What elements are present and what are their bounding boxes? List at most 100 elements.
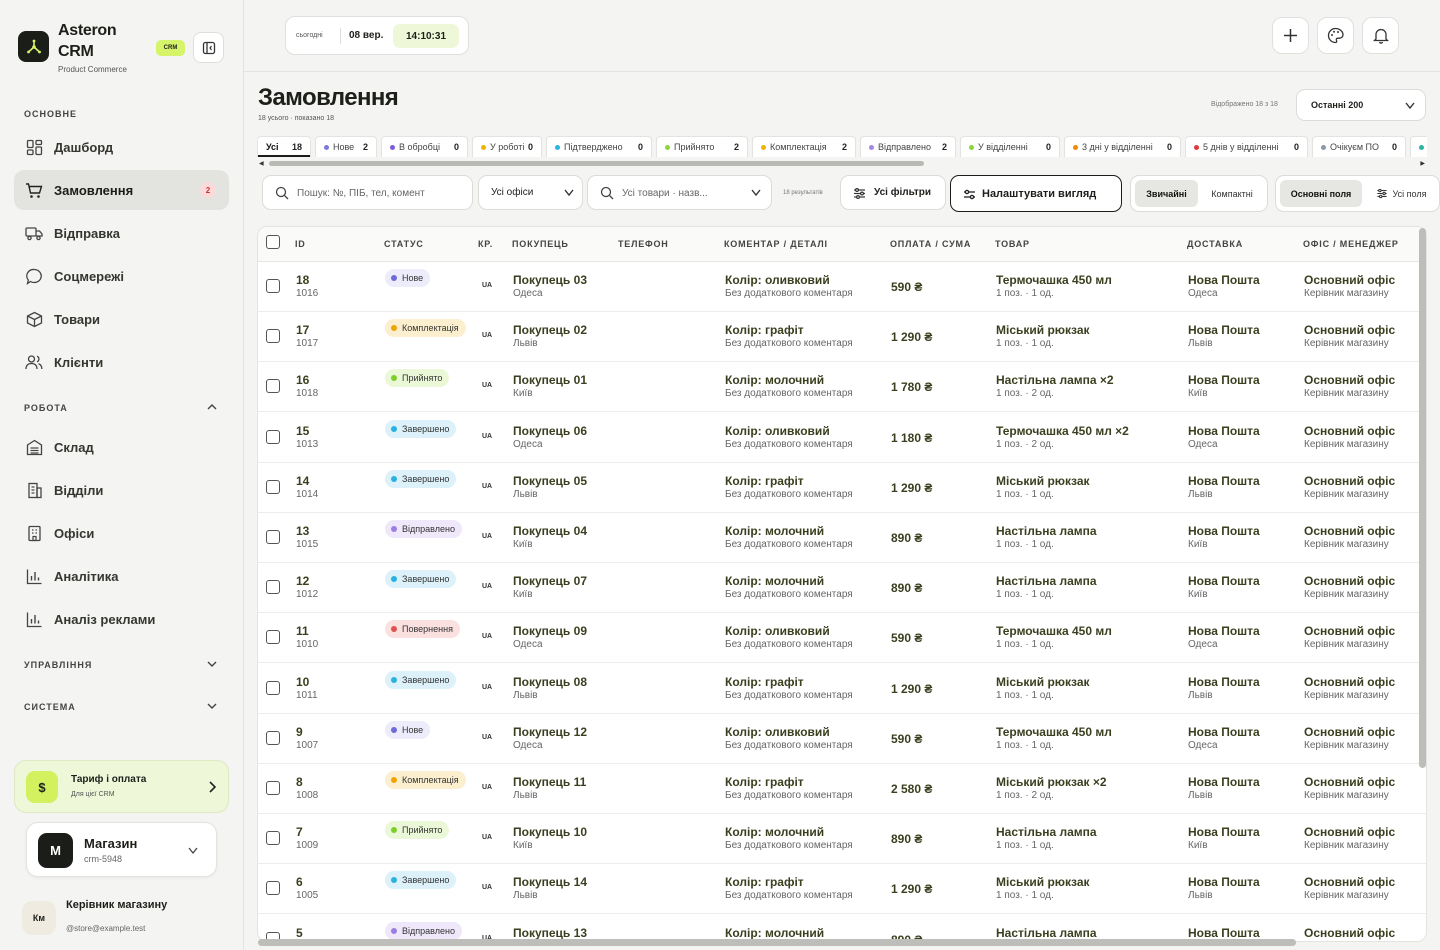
notifications-button[interactable] — [1362, 17, 1399, 54]
status-badge[interactable]: Завершено — [385, 469, 457, 488]
status-badge[interactable]: Нове — [385, 720, 431, 739]
column-header-payment[interactable]: ОПЛАТА / СУМА — [890, 239, 971, 249]
status-badge[interactable]: Комплектація — [385, 771, 466, 789]
status-badge[interactable]: Повернення — [385, 620, 460, 639]
status-badge[interactable]: Нове — [385, 269, 431, 287]
chevron-down-icon[interactable] — [207, 701, 217, 711]
tabs-scrollbar[interactable]: ◀ ▶ — [257, 159, 1427, 167]
plan-billing-card[interactable]: $ Тариф і оплата Для цієї CRM — [14, 760, 229, 813]
status-badge[interactable]: Відправлено — [385, 520, 462, 538]
column-header-phone[interactable]: ТЕЛЕФОН — [618, 239, 669, 249]
row-checkbox[interactable] — [266, 730, 280, 745]
table-row[interactable]: Комплектація 17 1017 UA Покупець 02 Львів Колі… — [258, 312, 1426, 363]
table-row[interactable]: Завершено 15 1013 UA Покупець 06 Одеса Колір: … — [258, 413, 1426, 463]
customize-view-button[interactable]: Налаштувати вигляд — [950, 175, 1122, 212]
main-fields-option[interactable]: Основні поля — [1280, 180, 1362, 207]
table-row[interactable]: Завершено 10 1011 UA Покупець 08 Львів Колір: … — [258, 664, 1426, 714]
table-row[interactable]: Відправлено 13 1015 UA Покупець 04 Київ Колір:… — [258, 513, 1426, 563]
status-tab[interactable]: Очікуєм ПО 0 — [1312, 136, 1406, 157]
status-tab[interactable]: Підтверджено 0 — [546, 136, 652, 157]
add-button[interactable] — [1272, 17, 1309, 54]
status-badge[interactable]: Комплектація — [385, 319, 466, 338]
table-row[interactable]: Прийнято 7 1009 UA Покупець 10 Київ Колір: мол… — [258, 814, 1426, 865]
column-header-country[interactable]: КР. — [478, 239, 493, 249]
table-horizontal-scrollbar[interactable] — [258, 939, 1296, 946]
row-checkbox[interactable] — [266, 329, 280, 344]
row-checkbox[interactable] — [266, 530, 280, 544]
status-badge[interactable]: Завершено — [385, 419, 457, 438]
table-row[interactable]: Комплектація 8 1008 UA Покупець 11 Львів Колір… — [258, 764, 1426, 814]
column-header-comment[interactable]: КОМЕНТАР / ДЕТАЛІ — [724, 239, 828, 249]
status-tab[interactable]: Комплектація 2 — [752, 136, 856, 157]
all-fields-option[interactable]: Усі поля — [1366, 180, 1436, 207]
row-checkbox[interactable] — [266, 279, 280, 293]
search-input[interactable] — [297, 185, 457, 201]
row-checkbox[interactable] — [266, 479, 280, 494]
chevron-up-icon[interactable] — [207, 402, 217, 412]
scroll-right-icon[interactable]: ▶ — [1420, 160, 1425, 167]
column-header-buyer[interactable]: ПОКУПЕЦЬ — [512, 239, 569, 249]
status-badge[interactable]: Завершено — [385, 570, 457, 589]
scroll-left-icon[interactable]: ◀ — [259, 160, 264, 167]
office-select[interactable]: Усі офіси — [478, 175, 583, 210]
column-header-office[interactable]: ОФІС / МЕНЕДЖЕР — [1303, 239, 1399, 249]
status-tab[interactable]: 3 дні у відділенні 0 — [1064, 136, 1181, 157]
sidebar-item-social[interactable]: Соцмережі — [14, 256, 229, 296]
row-checkbox[interactable] — [266, 580, 280, 595]
table-row[interactable]: Нове 18 1016 UA Покупець 03 Одеса Колір: оливк… — [258, 262, 1426, 312]
sidebar-item-analytics[interactable]: Аналітика — [14, 556, 229, 596]
row-checkbox[interactable] — [266, 781, 280, 795]
chevron-down-icon[interactable] — [207, 659, 217, 669]
column-header-id[interactable]: ID — [295, 239, 306, 249]
avatar[interactable]: Км — [22, 901, 56, 935]
status-tab[interactable]: Відправлено 2 — [860, 136, 956, 157]
sidebar-item-dashboard[interactable]: Дашборд — [14, 127, 229, 167]
table-row[interactable]: Завершено 12 1012 UA Покупець 07 Київ Колір: м… — [258, 563, 1426, 614]
table-row[interactable]: Нове 9 1007 UA Покупець 12 Одеса Колір: оливко… — [258, 714, 1426, 764]
row-checkbox[interactable] — [266, 881, 280, 896]
status-tab[interactable]: Нове 2 — [315, 136, 377, 157]
select-all-checkbox[interactable] — [266, 235, 280, 249]
status-tab[interactable]: А — [1410, 136, 1427, 157]
status-badge[interactable]: Завершено — [385, 670, 457, 689]
table-row[interactable]: Завершено 6 1005 UA Покупець 14 Львів Колір: г… — [258, 864, 1426, 915]
column-header-status[interactable]: СТАТУС — [384, 239, 424, 249]
sidebar-item-shipping[interactable]: Відправка — [14, 213, 229, 253]
column-header-product[interactable]: ТОВАР — [995, 239, 1030, 249]
sidebar-item-offices[interactable]: Офіси — [14, 513, 229, 553]
table-row[interactable]: Повернення 11 1010 UA Покупець 09 Одеса Колір:… — [258, 613, 1426, 664]
limit-select[interactable]: Останні 200 — [1296, 89, 1426, 121]
table-vertical-scrollbar[interactable] — [1419, 228, 1426, 768]
status-tab[interactable]: 5 днів у відділенні 0 — [1185, 136, 1308, 157]
row-checkbox[interactable] — [266, 379, 280, 394]
status-badge[interactable]: Відправлено — [385, 921, 462, 940]
row-checkbox[interactable] — [266, 429, 280, 444]
sidebar-item-products[interactable]: Товари — [14, 299, 229, 339]
goods-filter-input[interactable] — [622, 185, 742, 201]
sidebar-item-departments[interactable]: Відділи — [14, 470, 229, 510]
chevron-down-icon[interactable] — [751, 189, 761, 197]
status-badge[interactable]: Прийнято — [385, 369, 450, 388]
status-tab[interactable]: В обробці 0 — [381, 136, 468, 157]
density-normal-option[interactable]: Звичайні — [1135, 180, 1198, 207]
density-compact-option[interactable]: Компактні — [1199, 180, 1265, 207]
sidebar-item-orders[interactable]: Замовлення 2 — [14, 170, 229, 210]
row-checkbox[interactable] — [266, 831, 280, 846]
table-row[interactable]: Відправлено5UAПокупець 13Колір: молочний… — [258, 915, 1426, 941]
table-row[interactable]: Прийнято 16 1018 UA Покупець 01 Київ Колір: мо… — [258, 362, 1426, 413]
scroll-thumb[interactable] — [269, 161, 924, 166]
theme-button[interactable] — [1317, 17, 1354, 54]
status-tab[interactable]: У відділенні 0 — [960, 136, 1060, 157]
sidebar-item-clients[interactable]: Клієнти — [14, 342, 229, 382]
table-row[interactable]: Завершено 14 1014 UA Покупець 05 Львів Колір: … — [258, 463, 1426, 513]
status-badge[interactable]: Завершено — [385, 871, 457, 890]
status-badge[interactable]: Прийнято — [385, 821, 450, 840]
all-filters-button[interactable]: Усі фільтри — [840, 175, 946, 210]
status-tab[interactable]: Усі 18 — [257, 136, 311, 157]
sidebar-item-ad-analytics[interactable]: Аналіз реклами — [14, 599, 229, 639]
status-tab[interactable]: У роботі 0 — [472, 136, 542, 157]
status-tab[interactable]: Прийнято 2 — [656, 136, 748, 157]
store-switcher[interactable]: М Магазин crm-5948 — [26, 822, 217, 877]
row-checkbox[interactable] — [266, 680, 280, 695]
collapse-sidebar-button[interactable] — [193, 32, 224, 63]
